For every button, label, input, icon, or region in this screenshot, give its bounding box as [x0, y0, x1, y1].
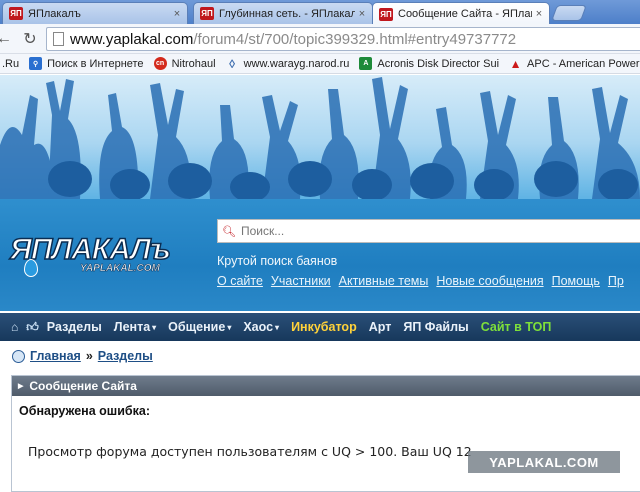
link-new-posts[interactable]: Новые сообщения — [436, 274, 543, 288]
bookmarks-bar: .Ru ⚲ Поиск в Интернете cn Nitrohaul ◊ www.… — [0, 54, 640, 74]
bookmark-label: .Ru — [2, 57, 20, 70]
breadcrumb-separator: » — [85, 349, 93, 363]
breadcrumb-home[interactable]: Главная — [30, 349, 81, 363]
bookmark-label: Поиск в Интернете — [47, 57, 144, 70]
nav-communication[interactable]: Общение ▾ — [168, 320, 231, 334]
url-text: www.yaplakal.com/forum4/st/700/topic3993… — [70, 31, 516, 48]
header-crowd-banner — [0, 75, 640, 199]
site-page: ЯПЛАКАЛъ YAPLAKAL.COM 🔍︎ Крутой поиск ба… — [0, 75, 640, 492]
bookmark-label: Nitrohaul — [171, 57, 216, 70]
search-icon: ⚲ — [29, 57, 43, 70]
home-icon[interactable]: ⌂ — [11, 320, 18, 334]
main-nav: ⌂ 👍︎ Разделы Лента ▾ Общение ▾ Хаос ▾ Инкуб… — [0, 313, 640, 341]
bookmark-ru[interactable]: .Ru — [2, 58, 19, 70]
nav-feed[interactable]: Лента ▾ — [114, 320, 156, 334]
chevron-down-icon: ▾ — [152, 323, 157, 332]
nav-site-top[interactable]: Сайт в ТОП — [481, 320, 552, 334]
site-search[interactable]: 🔍︎ — [217, 219, 640, 243]
nav-art[interactable]: Арт — [369, 320, 392, 334]
nav-label: Общение — [168, 320, 226, 334]
tab-strip: ЯП ЯПлакалъ × ЯП Глубинная сеть. - ЯПлак… — [0, 0, 640, 25]
error-title: Обнаружена ошибка: — [19, 404, 150, 418]
close-tab-icon[interactable]: × — [355, 8, 369, 20]
nav-incubator[interactable]: Инкубатор — [291, 320, 357, 334]
link-about[interactable]: О сайте — [217, 274, 263, 288]
new-tab-button[interactable] — [551, 5, 587, 21]
link-active-topics[interactable]: Активные темы — [339, 274, 429, 288]
globe-icon — [12, 349, 25, 363]
nav-label: Лента — [113, 320, 151, 334]
nav-label: Хаос — [243, 320, 274, 334]
bookmark-label: Acronis Disk Director Sui — [377, 57, 500, 70]
site-logo[interactable]: ЯПЛАКАЛъ YAPLAKAL.COM — [9, 232, 190, 279]
triangle-icon: ▶ — [18, 383, 24, 390]
error-message: Просмотр форума доступен пользователям с… — [28, 444, 472, 459]
tab-site-message[interactable]: ЯП Сообщение Сайта - ЯПлака × — [372, 2, 550, 25]
nav-label: Арт — [368, 320, 392, 334]
link-members[interactable]: Участники — [271, 274, 331, 288]
search-icon: 🔍︎ — [222, 225, 236, 238]
back-arrow-icon[interactable]: ← — [0, 29, 14, 49]
acronis-icon: A — [359, 57, 373, 70]
bookmark-label: www.warayg.narod.ru — [243, 57, 350, 70]
nav-label: Разделы — [46, 320, 102, 334]
breadcrumb-sections[interactable]: Разделы — [98, 349, 153, 363]
bookmark-search[interactable]: ⚲ Поиск в Интернете — [29, 57, 144, 70]
tab-label: ЯПлакалъ — [28, 7, 81, 20]
nitro-icon: cn — [153, 57, 167, 70]
apc-icon: ▲ — [509, 56, 522, 71]
url-path: /forum4/st/700/topic399329.html#entry497… — [193, 30, 517, 48]
page-icon — [53, 32, 64, 46]
yaplakal-favicon-icon: ЯП — [9, 7, 23, 20]
site-slogan: Крутой поиск баянов — [217, 254, 338, 268]
tab-yaplakal[interactable]: ЯП ЯПлакалъ × — [2, 2, 188, 24]
browser-toolbar: ← ↻ www.yaplakal.com/forum4/st/700/topic… — [0, 24, 640, 54]
nav-label: Сайт в ТОП — [480, 320, 552, 334]
message-box-header: ▶ Сообщение Сайта — [12, 376, 640, 396]
breadcrumb: Главная » Разделы — [12, 349, 153, 363]
nav-label: ЯП Файлы — [403, 320, 469, 334]
bookmark-apc[interactable]: ▲ APC - American Power C — [509, 56, 640, 71]
close-tab-icon[interactable]: × — [532, 8, 546, 20]
address-bar[interactable]: www.yaplakal.com/forum4/st/700/topic3993… — [46, 27, 640, 51]
yaplakal-favicon-icon: ЯП — [379, 7, 393, 21]
message-box-title: Сообщение Сайта — [29, 379, 137, 393]
chevron-down-icon: ▾ — [227, 323, 232, 332]
site-message-box: ▶ Сообщение Сайта Обнаружена ошибка: Про… — [11, 375, 640, 492]
tear-drop-icon — [24, 259, 38, 277]
bookmark-warayg[interactable]: ◊ www.warayg.narod.ru — [226, 56, 350, 71]
reload-icon[interactable]: ↻ — [20, 29, 40, 49]
tab-deep-web[interactable]: ЯП Глубинная сеть. - ЯПлакал × — [193, 2, 373, 24]
like-icon[interactable]: 👍︎ — [26, 320, 39, 335]
url-host: www.yaplakal.com — [70, 30, 194, 48]
top-links: О сайте Участники Активные темы Новые со… — [217, 274, 632, 288]
nav-chaos[interactable]: Хаос ▾ — [243, 320, 279, 334]
nav-files[interactable]: ЯП Файлы — [403, 320, 468, 334]
link-help[interactable]: Помощь — [552, 274, 600, 288]
close-tab-icon[interactable]: × — [170, 8, 184, 20]
bookmark-acronis[interactable]: A Acronis Disk Director Sui — [359, 57, 499, 70]
crowd-illustration — [0, 77, 640, 199]
chevron-down-icon: ▾ — [275, 323, 280, 332]
yaplakal-favicon-icon: ЯП — [200, 7, 214, 20]
nav-label: Инкубатор — [291, 320, 357, 334]
watermark: YAPLAKAL.COM — [468, 451, 620, 473]
link-more[interactable]: Пр — [608, 274, 624, 288]
tab-label: Сообщение Сайта - ЯПлака — [398, 8, 532, 20]
bookmark-nitrohaul[interactable]: cn Nitrohaul — [153, 57, 216, 70]
tab-label: Глубинная сеть. - ЯПлакал — [219, 7, 355, 20]
diamond-icon: ◊ — [229, 56, 236, 71]
nav-sections[interactable]: Разделы — [47, 320, 102, 334]
search-input[interactable] — [240, 224, 621, 238]
logo-subtitle: YAPLAKAL.COM — [80, 263, 160, 275]
bookmark-label: APC - American Power C — [527, 57, 640, 70]
